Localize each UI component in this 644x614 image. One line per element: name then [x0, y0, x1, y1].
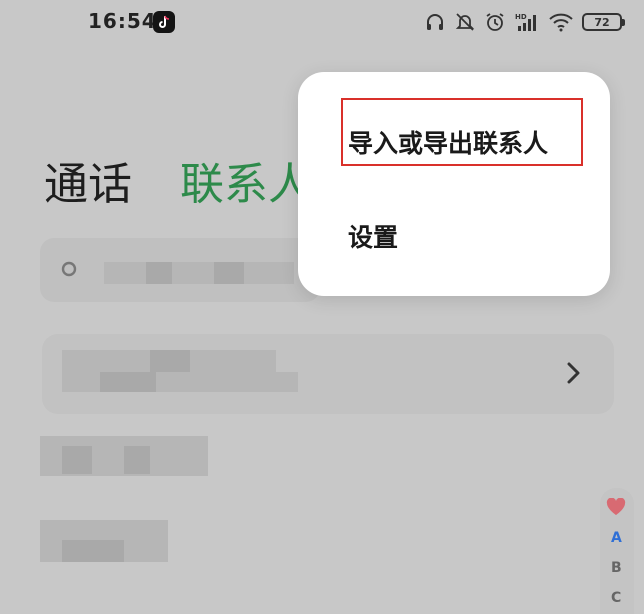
wifi-icon [548, 11, 574, 33]
blurred-search-text-part [214, 262, 244, 284]
index-letter-b[interactable]: B [611, 560, 622, 576]
status-icons: HD 72 [424, 8, 625, 36]
search-icon [60, 260, 80, 284]
mute-icon [454, 11, 476, 33]
blurred-search-text-part [146, 262, 172, 284]
tab-contacts[interactable]: 联系人 [180, 148, 312, 212]
blurred-search-text [104, 262, 294, 284]
blurred-list-text [62, 446, 92, 474]
blurred-list-text [62, 540, 124, 562]
blurred-profile-name-part [150, 350, 190, 372]
tab-calls[interactable]: 通话 [44, 148, 132, 212]
blurred-profile-sub-part [100, 372, 156, 392]
blurred-list-text [124, 446, 150, 474]
chevron-right-icon[interactable] [562, 360, 584, 390]
heart-icon[interactable] [606, 497, 626, 520]
headphones-icon [424, 11, 446, 33]
status-time: 16:54 [88, 9, 157, 33]
contacts-screen: 16:54 HD 72 通话 联系人 A B C 导入或导出联系人 设置 [0, 0, 644, 614]
svg-text:HD: HD [515, 13, 527, 21]
status-bar: 16:54 HD 72 [0, 0, 644, 46]
battery-level: 72 [594, 15, 610, 29]
highlight-box [341, 98, 583, 166]
hd-signal-icon: HD [514, 11, 540, 33]
battery-icon: 72 [582, 13, 625, 31]
menu-item-settings[interactable]: 设置 [348, 218, 398, 254]
alarm-icon [484, 11, 506, 33]
index-letter-c[interactable]: C [611, 590, 621, 606]
index-letter-a[interactable]: A [611, 530, 622, 546]
blurred-profile-sub [62, 372, 298, 392]
tiktok-icon [153, 11, 175, 33]
